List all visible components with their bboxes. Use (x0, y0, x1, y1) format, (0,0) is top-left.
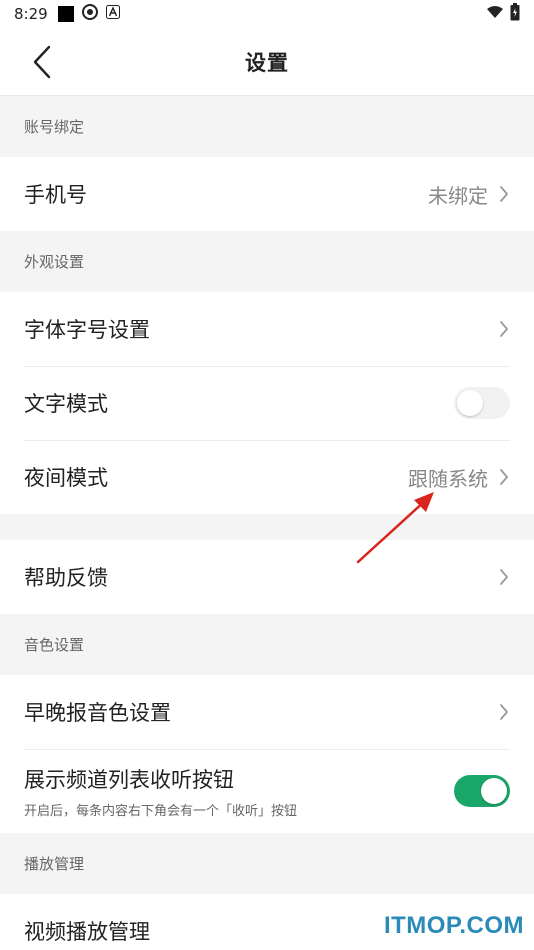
app-header: 设置 (0, 28, 534, 96)
wifi-icon (486, 5, 504, 23)
font-setting-row[interactable]: 字体字号设置 (0, 292, 534, 366)
section-header-appearance: 外观设置 (24, 253, 85, 271)
listen-button-text: 展示频道列表收听按钮 开启后，每条内容右下角会有一个「收听」按钮 (24, 764, 297, 819)
section-header-playback: 播放管理 (24, 855, 85, 873)
appearance-card: 字体字号设置 文字模式 夜间模式 跟随系统 (0, 292, 534, 514)
chevron-right-icon (500, 569, 508, 585)
font-setting-label: 字体字号设置 (24, 318, 150, 342)
voice-setting-label: 早晚报音色设置 (24, 701, 171, 725)
chevron-right-icon (500, 469, 508, 485)
listen-button-subtitle: 开启后，每条内容右下角会有一个「收听」按钮 (24, 803, 298, 819)
watermark: ITMOP.COM (383, 912, 524, 939)
listen-button-row: 展示频道列表收听按钮 开启后，每条内容右下角会有一个「收听」按钮 (0, 749, 534, 833)
chevron-right-icon (500, 321, 508, 337)
phone-row[interactable]: 手机号 未绑定 (0, 157, 534, 231)
night-mode-label: 夜间模式 (24, 466, 108, 490)
a-badge-icon (105, 5, 120, 23)
night-mode-value: 跟随系统 (408, 466, 488, 491)
status-time: 8:29 (14, 5, 48, 23)
toggle-knob (457, 390, 483, 416)
page-title: 设置 (245, 50, 289, 75)
chevron-right-icon (500, 704, 508, 720)
listen-button-label: 展示频道列表收听按钮 (24, 767, 234, 792)
text-mode-label: 文字模式 (24, 392, 108, 416)
help-feedback-label: 帮助反馈 (24, 566, 108, 590)
chevron-left-icon (33, 45, 51, 79)
status-bar: 8:29 (0, 0, 534, 28)
chevron-right-icon (500, 186, 508, 202)
battery-icon (510, 3, 520, 25)
section-header-account: 账号绑定 (24, 118, 85, 136)
voice-card: 早晚报音色设置 展示频道列表收听按钮 开启后，每条内容右下角会有一个「收听」按钮 (0, 675, 534, 833)
phone-label: 手机号 (24, 183, 87, 207)
text-mode-row: 文字模式 (0, 366, 534, 440)
help-feedback-row[interactable]: 帮助反馈 (0, 540, 534, 614)
phone-value: 未绑定 (428, 183, 488, 208)
voice-setting-row[interactable]: 早晚报音色设置 (0, 675, 534, 749)
aperture-icon (81, 4, 98, 24)
text-mode-toggle[interactable] (454, 387, 510, 419)
night-mode-row[interactable]: 夜间模式 跟随系统 (0, 440, 534, 514)
account-card: 手机号 未绑定 (0, 157, 534, 231)
back-button[interactable] (24, 42, 60, 82)
section-header-voice: 音色设置 (24, 636, 85, 654)
listen-button-toggle[interactable] (454, 775, 510, 807)
toggle-knob (481, 778, 507, 804)
app-square-icon (57, 6, 74, 22)
video-playback-label: 视频播放管理 (24, 920, 150, 944)
help-card: 帮助反馈 (0, 540, 534, 614)
